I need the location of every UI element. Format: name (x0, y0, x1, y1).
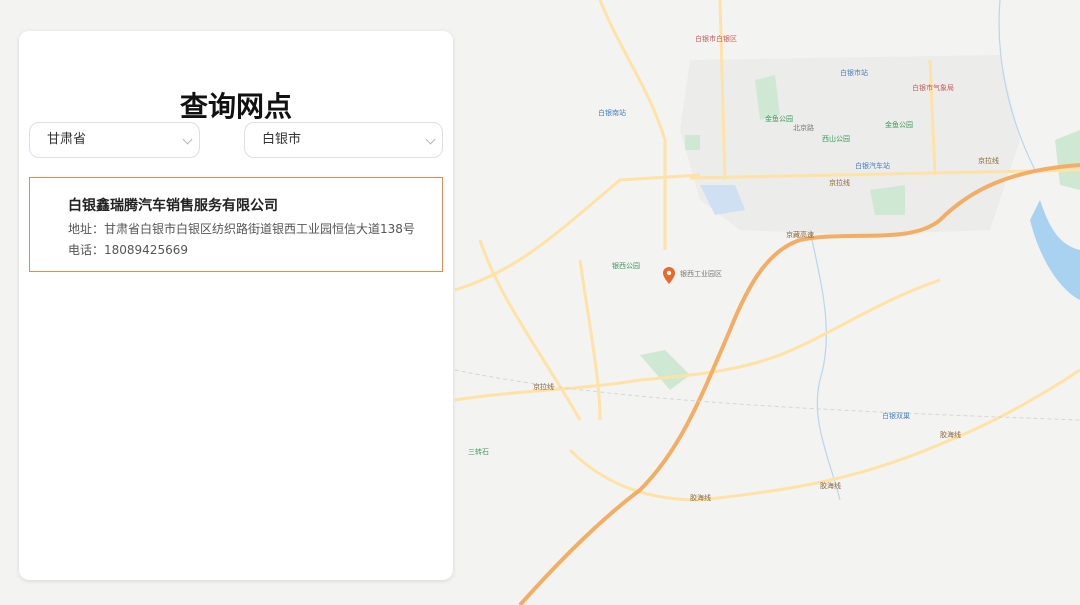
result-card[interactable]: 白银鑫瑞腾汽车销售服务有限公司 地址：甘肃省白银市白银区纺织路街道银西工业园恒信… (29, 177, 443, 272)
map-label: 三转石 (468, 447, 489, 456)
query-panel: 查询网点 甘肃省 白银市 白银鑫瑞腾汽车销售服务有限公司 地址：甘肃省白银市白银… (19, 31, 453, 580)
map-label: 西山公园 (822, 134, 850, 143)
map-label: 白银市站 (840, 68, 868, 77)
map-label: 白银市气象局 (912, 83, 954, 92)
map-label: 胶海线 (690, 493, 711, 502)
map-label: 京拉线 (978, 156, 999, 165)
city-select-value: 白银市 (262, 132, 302, 147)
map-label: 北京路 (793, 123, 814, 132)
chevron-down-icon (425, 134, 436, 145)
map-label: 金鱼公园 (885, 120, 913, 129)
map-label: 白银双巢 (882, 411, 910, 420)
map-label: 京拉线 (829, 178, 850, 187)
province-select[interactable]: 甘肃省 (29, 122, 200, 158)
map-label: 胶海线 (940, 430, 961, 439)
dealer-address: 地址：甘肃省白银市白银区纺织路街道银西工业园恒信大道138号 (68, 222, 415, 236)
map-label: 白银市白银区 (695, 34, 737, 43)
map-label: 胶海线 (820, 481, 841, 490)
map-label: 银西工业园区 (680, 269, 722, 278)
dealer-name: 白银鑫瑞腾汽车销售服务有限公司 (68, 198, 278, 214)
dealer-phone: 电话：18089425669 (68, 243, 188, 257)
page-title: 查询网点 (179, 90, 292, 123)
map-label: 京藏高速 (786, 230, 814, 239)
city-select[interactable]: 白银市 (244, 122, 443, 158)
map-label: 白银汽车站 (855, 161, 890, 170)
chevron-down-icon (182, 134, 193, 145)
map-label: 银西公园 (612, 261, 640, 270)
map-label: 京拉线 (533, 382, 554, 391)
map-label: 白银南站 (598, 108, 626, 117)
province-select-value: 甘肃省 (47, 132, 87, 147)
map-label: 金鱼公园 (765, 114, 793, 123)
